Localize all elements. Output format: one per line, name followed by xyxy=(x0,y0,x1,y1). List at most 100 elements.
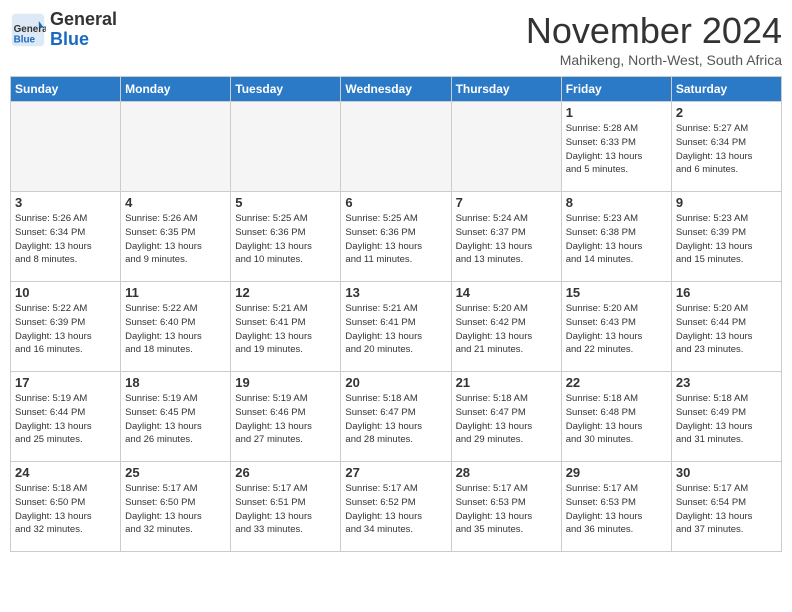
day-info: Sunrise: 5:26 AM Sunset: 6:35 PM Dayligh… xyxy=(125,212,226,267)
calendar-week-row: 3Sunrise: 5:26 AM Sunset: 6:34 PM Daylig… xyxy=(11,192,782,282)
logo-icon: General Blue xyxy=(10,12,46,48)
calendar-cell: 17 Sunrise: 5:19 AM Sunset: 6:44 PM Dayli… xyxy=(11,372,121,462)
calendar-cell: 25 Sunrise: 5:17 AM Sunset: 6:50 PM Dayli… xyxy=(121,462,231,552)
day-info: Sunrise: 5:24 AM Sunset: 6:37 PM Dayligh… xyxy=(456,212,557,267)
day-number: 2 xyxy=(676,105,777,120)
day-info: Sunrise: 5:17 AM Sunset: 6:54 PM Dayligh… xyxy=(676,482,777,537)
day-number: 7 xyxy=(456,195,557,210)
day-number: 13 xyxy=(345,285,446,300)
day-info: Sunrise: 5:27 AM Sunset: 6:34 PM Dayligh… xyxy=(676,122,777,177)
calendar-cell xyxy=(11,102,121,192)
day-header-monday: Monday xyxy=(121,77,231,102)
day-number: 30 xyxy=(676,465,777,480)
day-number: 17 xyxy=(15,375,116,390)
calendar-cell: 27 Sunrise: 5:17 AM Sunset: 6:52 PM Dayli… xyxy=(341,462,451,552)
day-number: 29 xyxy=(566,465,667,480)
day-header-friday: Friday xyxy=(561,77,671,102)
day-info: Sunrise: 5:18 AM Sunset: 6:49 PM Dayligh… xyxy=(676,392,777,447)
calendar-cell: 19 Sunrise: 5:19 AM Sunset: 6:46 PM Dayli… xyxy=(231,372,341,462)
calendar-cell: 9 Sunrise: 5:23 AM Sunset: 6:39 PM Daylig… xyxy=(671,192,781,282)
calendar-cell: 11Sunrise: 5:22 AM Sunset: 6:40 PM Dayli… xyxy=(121,282,231,372)
calendar-cell: 29 Sunrise: 5:17 AM Sunset: 6:53 PM Dayli… xyxy=(561,462,671,552)
day-number: 25 xyxy=(125,465,226,480)
day-number: 18 xyxy=(125,375,226,390)
day-number: 16 xyxy=(676,285,777,300)
day-number: 3 xyxy=(15,195,116,210)
day-number: 23 xyxy=(676,375,777,390)
day-number: 11 xyxy=(125,285,226,300)
day-info: Sunrise: 5:19 AM Sunset: 6:44 PM Dayligh… xyxy=(15,392,116,447)
day-number: 21 xyxy=(456,375,557,390)
day-header-wednesday: Wednesday xyxy=(341,77,451,102)
title-block: November 2024 Mahikeng, North-West, Sout… xyxy=(526,10,782,68)
day-number: 6 xyxy=(345,195,446,210)
day-info: Sunrise: 5:19 AM Sunset: 6:45 PM Dayligh… xyxy=(125,392,226,447)
day-info: Sunrise: 5:21 AM Sunset: 6:41 PM Dayligh… xyxy=(235,302,336,357)
calendar-cell: 8Sunrise: 5:23 AM Sunset: 6:38 PM Daylig… xyxy=(561,192,671,282)
day-info: Sunrise: 5:17 AM Sunset: 6:53 PM Dayligh… xyxy=(566,482,667,537)
day-info: Sunrise: 5:18 AM Sunset: 6:50 PM Dayligh… xyxy=(15,482,116,537)
calendar-cell: 18 Sunrise: 5:19 AM Sunset: 6:45 PM Dayli… xyxy=(121,372,231,462)
day-info: Sunrise: 5:17 AM Sunset: 6:53 PM Dayligh… xyxy=(456,482,557,537)
calendar-header-row: SundayMondayTuesdayWednesdayThursdayFrid… xyxy=(11,77,782,102)
day-header-sunday: Sunday xyxy=(11,77,121,102)
day-info: Sunrise: 5:22 AM Sunset: 6:39 PM Dayligh… xyxy=(15,302,116,357)
calendar-cell: 30 Sunrise: 5:17 AM Sunset: 6:54 PM Dayli… xyxy=(671,462,781,552)
calendar-cell: 21 Sunrise: 5:18 AM Sunset: 6:47 PM Dayli… xyxy=(451,372,561,462)
day-info: Sunrise: 5:20 AM Sunset: 6:43 PM Dayligh… xyxy=(566,302,667,357)
day-number: 20 xyxy=(345,375,446,390)
calendar-cell: 22 Sunrise: 5:18 AM Sunset: 6:48 PM Dayli… xyxy=(561,372,671,462)
calendar-cell: 12 Sunrise: 5:21 AM Sunset: 6:41 PM Dayli… xyxy=(231,282,341,372)
location-text: Mahikeng, North-West, South Africa xyxy=(526,52,782,68)
calendar-cell: 3Sunrise: 5:26 AM Sunset: 6:34 PM Daylig… xyxy=(11,192,121,282)
calendar-cell: 1 Sunrise: 5:28 AM Sunset: 6:33 PM Daylig… xyxy=(561,102,671,192)
calendar-cell: 16Sunrise: 5:20 AM Sunset: 6:44 PM Dayli… xyxy=(671,282,781,372)
day-info: Sunrise: 5:17 AM Sunset: 6:50 PM Dayligh… xyxy=(125,482,226,537)
calendar-cell: 14 Sunrise: 5:20 AM Sunset: 6:42 PM Dayli… xyxy=(451,282,561,372)
calendar-cell xyxy=(231,102,341,192)
calendar-cell: 15 Sunrise: 5:20 AM Sunset: 6:43 PM Dayli… xyxy=(561,282,671,372)
day-header-thursday: Thursday xyxy=(451,77,561,102)
svg-text:Blue: Blue xyxy=(14,34,36,45)
calendar-cell: 20Sunrise: 5:18 AM Sunset: 6:47 PM Dayli… xyxy=(341,372,451,462)
day-number: 4 xyxy=(125,195,226,210)
day-info: Sunrise: 5:23 AM Sunset: 6:38 PM Dayligh… xyxy=(566,212,667,267)
day-number: 19 xyxy=(235,375,336,390)
day-number: 12 xyxy=(235,285,336,300)
logo: General Blue General Blue xyxy=(10,10,117,50)
day-number: 9 xyxy=(676,195,777,210)
day-number: 1 xyxy=(566,105,667,120)
day-info: Sunrise: 5:20 AM Sunset: 6:42 PM Dayligh… xyxy=(456,302,557,357)
day-info: Sunrise: 5:18 AM Sunset: 6:47 PM Dayligh… xyxy=(456,392,557,447)
day-number: 14 xyxy=(456,285,557,300)
day-number: 28 xyxy=(456,465,557,480)
day-info: Sunrise: 5:23 AM Sunset: 6:39 PM Dayligh… xyxy=(676,212,777,267)
calendar-week-row: 10 Sunrise: 5:22 AM Sunset: 6:39 PM Dayli… xyxy=(11,282,782,372)
day-info: Sunrise: 5:19 AM Sunset: 6:46 PM Dayligh… xyxy=(235,392,336,447)
calendar-cell: 28 Sunrise: 5:17 AM Sunset: 6:53 PM Dayli… xyxy=(451,462,561,552)
page-header: General Blue General Blue November 2024 … xyxy=(10,10,782,68)
calendar-cell: 23 Sunrise: 5:18 AM Sunset: 6:49 PM Dayli… xyxy=(671,372,781,462)
day-info: Sunrise: 5:17 AM Sunset: 6:52 PM Dayligh… xyxy=(345,482,446,537)
calendar-cell xyxy=(121,102,231,192)
calendar-cell: 13Sunrise: 5:21 AM Sunset: 6:41 PM Dayli… xyxy=(341,282,451,372)
day-info: Sunrise: 5:17 AM Sunset: 6:51 PM Dayligh… xyxy=(235,482,336,537)
calendar-cell: 10 Sunrise: 5:22 AM Sunset: 6:39 PM Dayli… xyxy=(11,282,121,372)
day-number: 27 xyxy=(345,465,446,480)
day-info: Sunrise: 5:18 AM Sunset: 6:48 PM Dayligh… xyxy=(566,392,667,447)
day-header-tuesday: Tuesday xyxy=(231,77,341,102)
logo-general-text: General xyxy=(50,9,117,29)
day-number: 15 xyxy=(566,285,667,300)
calendar-week-row: 1 Sunrise: 5:28 AM Sunset: 6:33 PM Daylig… xyxy=(11,102,782,192)
day-number: 22 xyxy=(566,375,667,390)
day-number: 10 xyxy=(15,285,116,300)
calendar-cell xyxy=(451,102,561,192)
day-info: Sunrise: 5:25 AM Sunset: 6:36 PM Dayligh… xyxy=(235,212,336,267)
day-info: Sunrise: 5:25 AM Sunset: 6:36 PM Dayligh… xyxy=(345,212,446,267)
day-header-saturday: Saturday xyxy=(671,77,781,102)
calendar-cell: 6 Sunrise: 5:25 AM Sunset: 6:36 PM Daylig… xyxy=(341,192,451,282)
calendar-cell xyxy=(341,102,451,192)
calendar-week-row: 17 Sunrise: 5:19 AM Sunset: 6:44 PM Dayli… xyxy=(11,372,782,462)
calendar-cell: 7 Sunrise: 5:24 AM Sunset: 6:37 PM Daylig… xyxy=(451,192,561,282)
day-info: Sunrise: 5:28 AM Sunset: 6:33 PM Dayligh… xyxy=(566,122,667,177)
